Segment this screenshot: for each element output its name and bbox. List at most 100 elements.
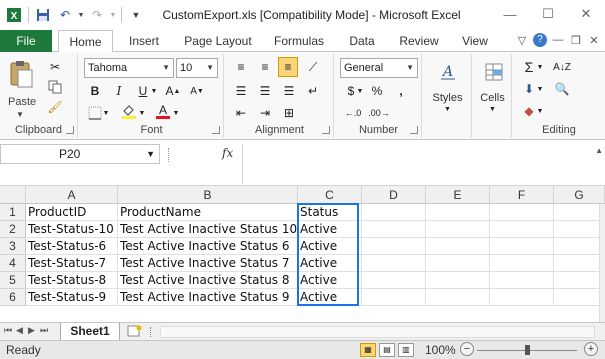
cell-d5[interactable] <box>362 272 426 289</box>
cell-b3[interactable]: Test Active Inactive Status 6 <box>118 238 298 255</box>
column-header-c[interactable]: C <box>298 186 362 204</box>
copy-icon[interactable] <box>46 78 64 96</box>
align-middle-icon[interactable]: ≡ <box>256 58 274 76</box>
cell-d3[interactable] <box>362 238 426 255</box>
row-header-3[interactable]: 3 <box>0 238 26 255</box>
cell-d4[interactable] <box>362 255 426 272</box>
cell-g2[interactable] <box>554 221 605 238</box>
help-icon[interactable]: ? <box>533 33 547 47</box>
font-size-dropdown-icon[interactable]: ▼ <box>206 59 214 77</box>
cell-f3[interactable] <box>490 238 554 255</box>
tab-home[interactable]: Home <box>58 30 113 53</box>
workbook-close-icon[interactable]: ✕ <box>587 34 601 47</box>
cell-b5[interactable]: Test Active Inactive Status 8 <box>118 272 298 289</box>
formula-input[interactable] <box>242 144 605 184</box>
fill-color-dropdown-icon[interactable]: ▼ <box>138 104 146 122</box>
increase-font-icon[interactable]: A ▲ <box>164 82 182 100</box>
cell-a2[interactable]: Test-Status-10 <box>26 221 118 238</box>
alignment-launcher-icon[interactable] <box>322 126 330 134</box>
cells-dropdown-icon[interactable]: ▼ <box>474 106 511 113</box>
align-left-icon[interactable]: ☰ <box>232 82 250 100</box>
cell-g4[interactable] <box>554 255 605 272</box>
underline-dropdown-icon[interactable]: ▼ <box>150 82 158 100</box>
cell-c3[interactable]: Active <box>298 238 362 255</box>
row-header-6[interactable]: 6 <box>0 289 26 306</box>
formula-bar-grip[interactable] <box>168 148 170 162</box>
align-top-icon[interactable]: ≡ <box>232 58 250 76</box>
align-center-icon[interactable]: ☰ <box>256 82 274 100</box>
cell-a5[interactable]: Test-Status-8 <box>26 272 118 289</box>
expand-formula-bar-icon[interactable]: ▲ <box>595 146 603 155</box>
decrease-font-icon[interactable]: A ▼ <box>188 82 206 100</box>
font-name-dropdown-icon[interactable]: ▼ <box>162 59 170 77</box>
vertical-scrollbar[interactable] <box>599 204 605 322</box>
page-break-view-icon[interactable]: ▥ <box>398 343 414 357</box>
font-color-dropdown-icon[interactable]: ▼ <box>172 104 180 122</box>
tab-split-handle[interactable] <box>150 327 156 337</box>
styles-dropdown-icon[interactable]: ▼ <box>424 106 471 113</box>
insert-sheet-icon[interactable] <box>124 325 146 339</box>
decrease-decimal-icon[interactable]: .00→ <box>368 104 390 122</box>
styles-button-label[interactable]: Styles <box>424 92 471 104</box>
font-launcher-icon[interactable] <box>212 126 220 134</box>
paste-button-label[interactable]: Paste <box>8 96 36 108</box>
workbook-minimize-icon[interactable]: — <box>551 34 565 46</box>
prev-sheet-icon[interactable]: ◀ <box>16 325 23 336</box>
bold-icon[interactable]: B <box>86 82 104 100</box>
number-format-combo[interactable]: General ▼ <box>340 58 418 78</box>
next-sheet-icon[interactable]: ▶ <box>28 325 35 336</box>
tab-insert[interactable]: Insert <box>118 30 170 52</box>
clear-dropdown-icon[interactable]: ▼ <box>536 102 544 120</box>
cut-icon[interactable]: ✂ <box>46 58 64 76</box>
italic-icon[interactable]: I <box>110 82 128 100</box>
font-color-icon[interactable]: A <box>154 102 172 120</box>
cell-f5[interactable] <box>490 272 554 289</box>
minimize-button[interactable]: — <box>491 0 529 28</box>
tab-page-layout[interactable]: Page Layout <box>178 30 258 52</box>
minimize-ribbon-icon[interactable]: ▽ <box>515 34 529 47</box>
cell-e3[interactable] <box>426 238 490 255</box>
cell-f6[interactable] <box>490 289 554 306</box>
cell-d6[interactable] <box>362 289 426 306</box>
fill-dropdown-icon[interactable]: ▼ <box>536 80 544 98</box>
cell-a4[interactable]: Test-Status-7 <box>26 255 118 272</box>
cell-c4[interactable]: Active <box>298 255 362 272</box>
cell-g5[interactable] <box>554 272 605 289</box>
font-size-combo[interactable]: 10 ▼ <box>176 58 218 78</box>
cell-e6[interactable] <box>426 289 490 306</box>
cell-d2[interactable] <box>362 221 426 238</box>
number-format-dropdown-icon[interactable]: ▼ <box>406 59 414 77</box>
column-header-d[interactable]: D <box>362 186 426 204</box>
cell-g6[interactable] <box>554 289 605 306</box>
paste-dropdown-icon[interactable]: ▼ <box>16 110 24 119</box>
styles-icon[interactable]: A <box>436 60 460 84</box>
cell-g1[interactable] <box>554 204 605 221</box>
row-header-5[interactable]: 5 <box>0 272 26 289</box>
cells-button-label[interactable]: Cells <box>474 92 511 104</box>
align-right-icon[interactable]: ☰ <box>280 82 298 100</box>
autosum-dropdown-icon[interactable]: ▼ <box>536 58 544 76</box>
cell-a1[interactable]: ProductID <box>26 204 118 221</box>
zoom-out-button[interactable]: − <box>460 342 474 356</box>
column-header-e[interactable]: E <box>426 186 490 204</box>
decrease-indent-icon[interactable]: ⇤ <box>232 104 250 122</box>
align-bottom-icon[interactable]: ≡ <box>278 57 298 77</box>
cell-e4[interactable] <box>426 255 490 272</box>
cell-c2[interactable]: Active <box>298 221 362 238</box>
cell-c1[interactable]: Status <box>298 204 362 221</box>
zoom-in-button[interactable]: + <box>584 342 598 356</box>
cell-f2[interactable] <box>490 221 554 238</box>
clipboard-launcher-icon[interactable] <box>66 126 74 134</box>
find-select-icon[interactable]: 🔍 <box>552 80 572 98</box>
row-header-1[interactable]: 1 <box>0 204 26 221</box>
percent-icon[interactable]: % <box>368 82 386 100</box>
zoom-level[interactable]: 100% <box>425 343 456 357</box>
cell-e2[interactable] <box>426 221 490 238</box>
worksheet-grid[interactable]: A B C D E F G 1 ProductID ProductName St… <box>0 186 605 322</box>
row-header-2[interactable]: 2 <box>0 221 26 238</box>
cell-c5[interactable]: Active <box>298 272 362 289</box>
name-box[interactable]: P20 ▼ <box>0 144 160 164</box>
cell-c6[interactable]: Active <box>298 289 362 306</box>
paste-icon[interactable] <box>6 58 36 90</box>
cell-e5[interactable] <box>426 272 490 289</box>
